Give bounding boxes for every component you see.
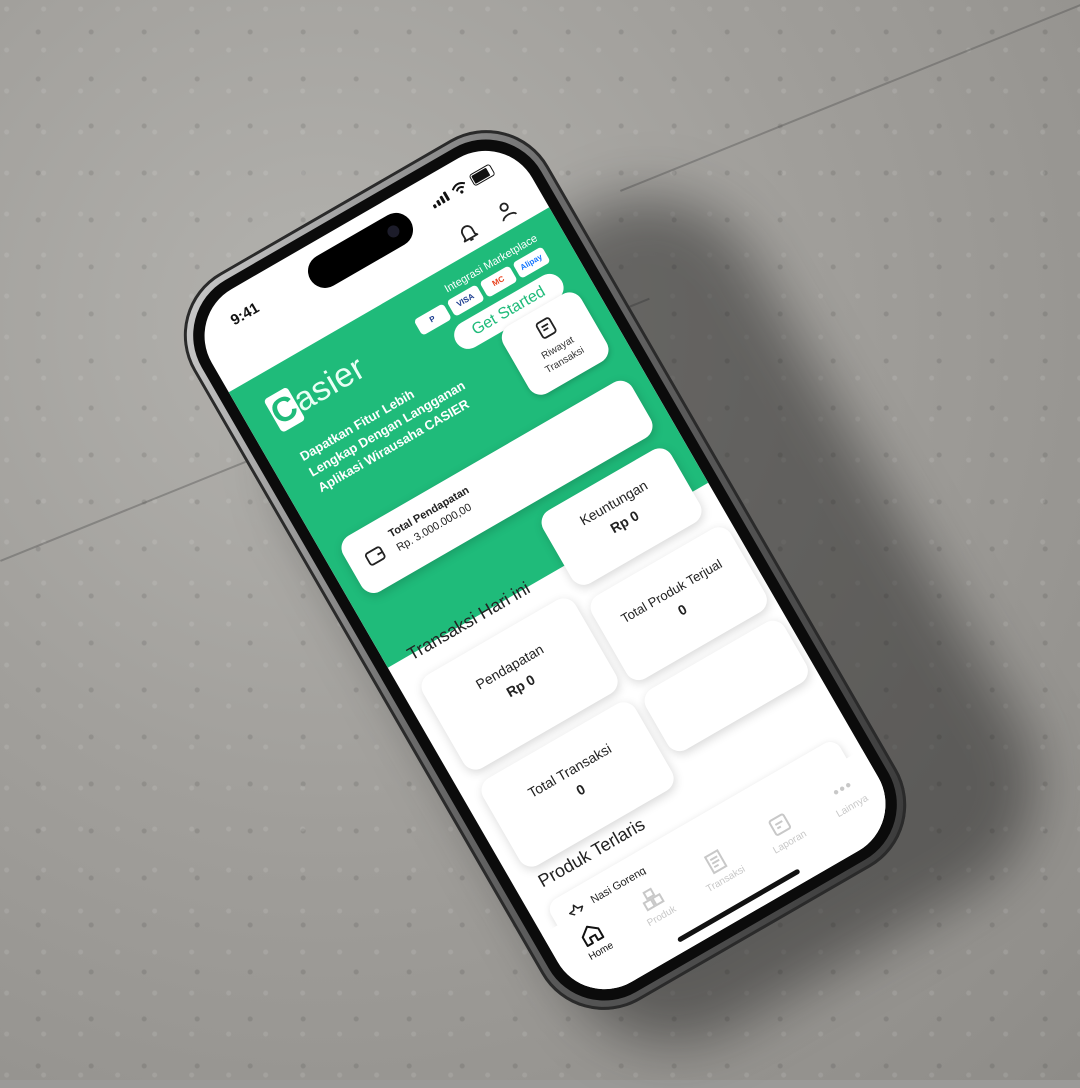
wifi-icon [451, 181, 465, 194]
user-icon[interactable] [491, 195, 521, 225]
receipt-icon [535, 317, 557, 339]
status-icons [429, 163, 496, 209]
wallet-icon [364, 546, 386, 566]
battery-icon [468, 163, 496, 187]
camera-icon [385, 223, 402, 240]
bell-icon[interactable] [453, 217, 483, 247]
status-time: 9:41 [227, 299, 263, 330]
signal-icon [429, 190, 450, 209]
